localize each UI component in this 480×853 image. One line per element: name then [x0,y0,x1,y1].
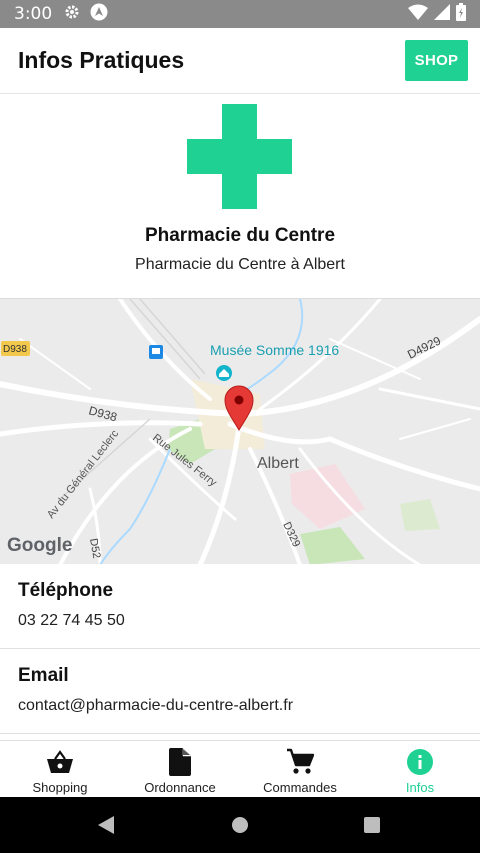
telephone-title: Téléphone [18,580,114,601]
map-label-museum: Musée Somme 1916 [210,342,339,358]
nav-label-ordonnance: Ordonnance [144,780,216,795]
pharmacy-name: Pharmacie du Centre [144,225,336,246]
nav-label-infos: Infos [405,780,435,795]
status-icons-left [64,3,108,26]
nav-item-commandes[interactable]: Commandes [240,741,360,797]
info-icon [405,747,435,777]
telephone-section: Téléphone 03 22 74 45 50 [0,564,480,649]
email-value[interactable]: contact@pharmacie-du-centre-albert.fr [18,697,293,715]
google-logo: Google [7,535,72,556]
nav-item-shopping[interactable]: Shopping [0,741,120,797]
email-title: Email [18,665,69,686]
pharmacy-header: Pharmacie du Centre Pharmacie du Centre … [0,94,480,298]
pharmacy-cross-icon [187,104,292,209]
system-nav-bar [0,797,480,853]
nav-label-shopping: Shopping [32,780,88,795]
status-bar: 3:00 [0,0,480,28]
map-canvas[interactable]: D938 Musée Somme 1916 D4929 D938 Rue Jul… [0,299,480,564]
wifi-icon [408,4,428,25]
nav-item-infos[interactable]: Infos [360,741,480,797]
pharmacy-subtitle: Pharmacie du Centre à Albert [135,256,345,273]
app-bar: Infos Pratiques SHOP [0,28,480,94]
bottom-nav: Shopping Ordonnance Commandes Infos [0,740,480,797]
nav-item-ordonnance[interactable]: Ordonnance [120,741,240,797]
back-icon[interactable] [96,815,116,840]
status-icons-right [408,2,466,26]
battery-icon [456,2,466,26]
cart-icon [285,747,315,777]
home-icon[interactable] [231,816,249,839]
basket-icon [45,747,75,777]
recents-icon[interactable] [363,816,381,839]
navigation-a-icon [90,3,108,26]
page-title: Infos Pratiques [18,47,185,73]
email-section: Email contact@pharmacie-du-centre-albert… [0,649,480,734]
status-time: 3:00 [14,4,53,24]
map[interactable]: D938 Musée Somme 1916 D4929 D938 Rue Jul… [0,298,480,564]
document-icon [165,747,195,777]
telephone-value[interactable]: 03 22 74 45 50 [18,612,125,630]
road-badge-d938-label: D938 [3,344,27,355]
shop-button[interactable]: SHOP [405,40,468,81]
signal-icon [434,3,450,25]
map-label-albert: Albert [257,455,299,472]
gear-icon [64,4,80,25]
nav-label-commandes: Commandes [263,780,337,795]
